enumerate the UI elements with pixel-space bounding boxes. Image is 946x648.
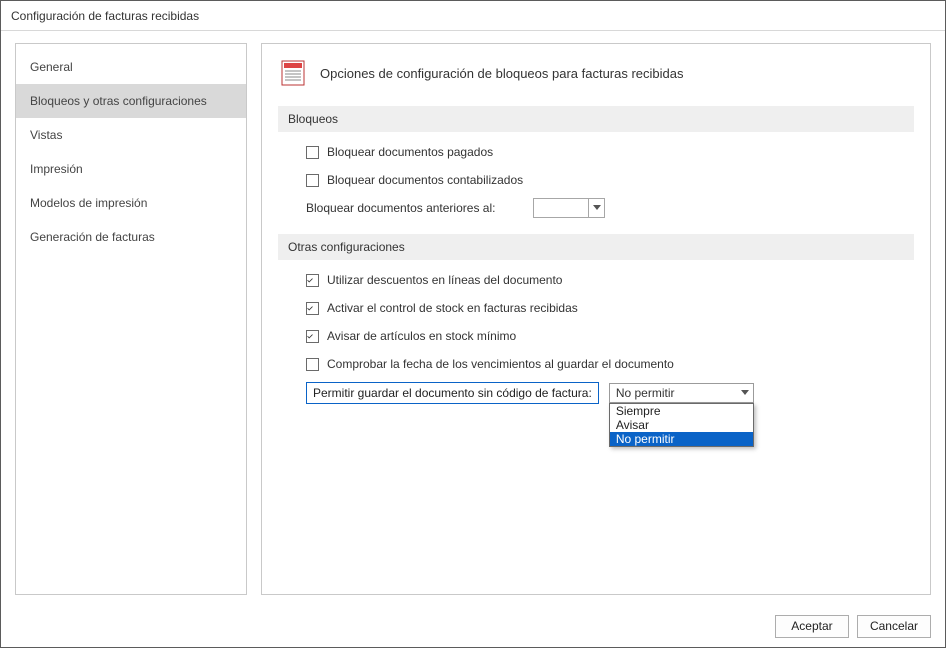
label-descuentos: Utilizar descuentos en líneas del docume… [327,273,562,287]
label-stock-min: Avisar de artículos en stock mínimo [327,329,516,343]
checkbox-vencimientos[interactable] [306,358,319,371]
label-anteriores: Bloquear documentos anteriores al: [306,201,495,215]
select-permitir[interactable]: No permitir [609,383,754,403]
checkbox-contabilizados[interactable] [306,174,319,187]
dialog-footer: Aceptar Cancelar [1,605,945,647]
section-body-bloqueos: Bloquear documentos pagados Bloquear doc… [278,132,914,230]
close-button[interactable] [897,2,937,30]
dialog-window: Configuración de facturas recibidas Gene… [0,0,946,648]
sidebar-item-bloqueos[interactable]: Bloqueos y otras configuraciones [16,84,246,118]
checkbox-stock-min[interactable] [306,330,319,343]
sidebar-item-general[interactable]: General [16,50,246,84]
chevron-down-icon [588,199,604,217]
label-stock: Activar el control de stock en facturas … [327,301,578,315]
dropdown-permitir: Siempre Avisar No permitir [609,403,754,447]
sidebar-item-label: Vistas [30,128,62,142]
row-descuentos: Utilizar descuentos en líneas del docume… [306,270,898,290]
sidebar-item-label: General [30,60,73,74]
dropdown-item-siempre[interactable]: Siempre [610,404,753,418]
main-panel: Opciones de configuración de bloqueos pa… [261,43,931,595]
sidebar-item-label: Bloqueos y otras configuraciones [30,94,207,108]
sidebar-item-impresion[interactable]: Impresión [16,152,246,186]
dropdown-item-no-permitir[interactable]: No permitir [610,432,753,446]
row-bloquear-anteriores: Bloquear documentos anteriores al: [306,198,898,218]
sidebar: General Bloqueos y otras configuraciones… [15,43,247,595]
checkbox-descuentos[interactable] [306,274,319,287]
label-pagados: Bloquear documentos pagados [327,145,493,159]
row-bloquear-pagados: Bloquear documentos pagados [306,142,898,162]
sidebar-item-label: Generación de facturas [30,230,155,244]
sidebar-item-label: Impresión [30,162,83,176]
row-stock-min: Avisar de artículos en stock mínimo [306,326,898,346]
section-body-otras: Utilizar descuentos en líneas del docume… [278,260,914,416]
titlebar: Configuración de facturas recibidas [1,1,945,31]
dropdown-item-avisar[interactable]: Avisar [610,418,753,432]
row-stock: Activar el control de stock en facturas … [306,298,898,318]
checkbox-stock[interactable] [306,302,319,315]
date-input-anteriores[interactable] [533,198,605,218]
window-title: Configuración de facturas recibidas [11,9,897,23]
accept-button[interactable]: Aceptar [775,615,849,638]
section-header-bloqueos: Bloqueos [278,106,914,132]
chevron-down-icon [737,384,753,402]
select-value: No permitir [616,386,675,400]
sidebar-item-modelos[interactable]: Modelos de impresión [16,186,246,220]
sidebar-item-label: Modelos de impresión [30,196,147,210]
label-vencimientos: Comprobar la fecha de los vencimientos a… [327,357,674,371]
checkbox-pagados[interactable] [306,146,319,159]
label-permitir: Permitir guardar el documento sin código… [306,382,599,404]
sidebar-item-generacion[interactable]: Generación de facturas [16,220,246,254]
section-header-otras: Otras configuraciones [278,234,914,260]
row-vencimientos: Comprobar la fecha de los vencimientos a… [306,354,898,374]
cancel-button[interactable]: Cancelar [857,615,931,638]
document-icon [278,58,308,88]
button-label: Cancelar [870,619,918,633]
page-heading: Opciones de configuración de bloqueos pa… [278,58,914,88]
row-permitir: Permitir guardar el documento sin código… [306,382,898,404]
dialog-body: General Bloqueos y otras configuraciones… [1,31,945,605]
label-contabilizados: Bloquear documentos contabilizados [327,173,523,187]
button-label: Aceptar [791,619,832,633]
row-bloquear-contabilizados: Bloquear documentos contabilizados [306,170,898,190]
page-title: Opciones de configuración de bloqueos pa… [320,66,684,81]
sidebar-item-vistas[interactable]: Vistas [16,118,246,152]
